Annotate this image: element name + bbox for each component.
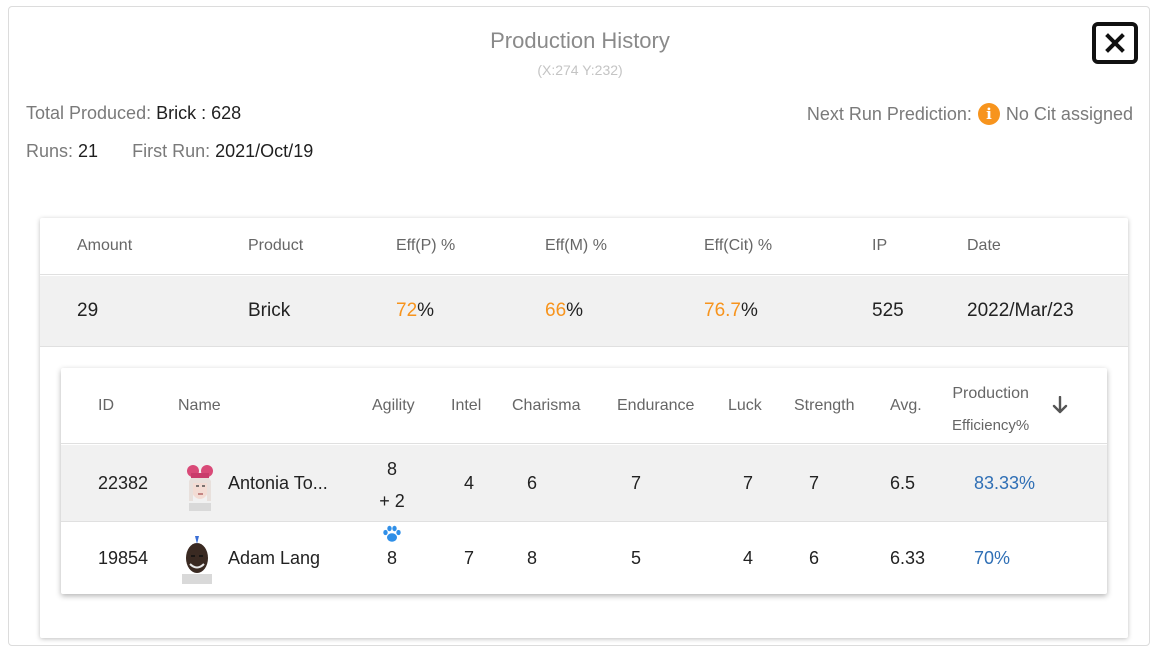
citizen-strength: 7: [809, 473, 820, 493]
run-date: 2022/Mar/23: [967, 300, 1074, 321]
runs-summary: Runs: 21 First Run: 2021/Oct/19: [26, 141, 313, 162]
citizen-luck: 7: [743, 473, 754, 493]
run-eff-cit: 76.7%: [704, 300, 758, 321]
first-run-label: First Run:: [132, 141, 211, 161]
table-row[interactable]: 22382 Antonia To... 8 + 2 4 6 7 7 7 6.5 …: [61, 445, 1107, 542]
eff-p-value: 72: [396, 300, 418, 321]
run-eff-p: 72%: [396, 300, 435, 321]
total-produced-label: Total Produced:: [26, 103, 152, 123]
close-button[interactable]: [1092, 22, 1138, 64]
col-strength[interactable]: Strength: [794, 397, 854, 415]
dialog-title: Production History: [490, 28, 670, 53]
run-product: Brick: [248, 300, 291, 321]
run-table-header: Amount Product Eff(P) % Eff(M) % Eff(Cit…: [40, 218, 1128, 275]
citizen-intel: 7: [464, 548, 475, 568]
production-history-dialog: Production History (X:274 Y:232) Total P…: [8, 6, 1150, 646]
runs-label: Runs:: [26, 141, 74, 161]
total-produced: Total Produced: Brick : 628: [26, 103, 241, 124]
info-icon[interactable]: i: [977, 103, 1000, 125]
run-amount: 29: [77, 300, 99, 321]
run-ip: 525: [872, 300, 904, 321]
col-charisma[interactable]: Charisma: [512, 397, 580, 415]
citizen-name: Antonia To...: [228, 473, 328, 493]
header-eff-cit: Eff(Cit) %: [704, 237, 773, 254]
col-avg[interactable]: Avg.: [890, 397, 922, 415]
citizen-charisma: 6: [527, 473, 538, 493]
runs-value: 21: [78, 141, 99, 161]
citizen-efficiency: 70%: [974, 548, 1011, 568]
citizen-avatar-icon: [187, 465, 213, 511]
first-run-value: 2021/Oct/19: [215, 141, 314, 161]
citizen-avatar-icon: [182, 536, 212, 584]
citizen-id: 19854: [98, 548, 149, 568]
citizen-table-header: ID Name Agility Intel Charisma Endurance…: [61, 368, 1107, 444]
header-date: Date: [967, 237, 1001, 254]
citizen-intel: 4: [464, 473, 475, 493]
table-row[interactable]: 19854 Adam Lang 8 7 8 5 4 6 6.33 70%: [61, 523, 1107, 594]
col-endurance[interactable]: Endurance: [617, 397, 694, 415]
arrow-down-icon[interactable]: [1052, 396, 1068, 414]
header-amount: Amount: [77, 237, 133, 254]
citizen-charisma: 8: [527, 548, 538, 568]
citizen-avg: 6.33: [890, 548, 926, 568]
citizen-luck: 4: [743, 548, 754, 568]
col-id[interactable]: ID: [98, 397, 114, 415]
building-coordinates: (X:274 Y:232): [537, 62, 623, 78]
run-eff-m: 66%: [545, 300, 584, 321]
citizen-name: Adam Lang: [228, 548, 321, 568]
total-produced-value: Brick : 628: [156, 103, 242, 123]
header-ip: IP: [872, 237, 888, 254]
production-run-card: Amount Product Eff(P) % Eff(M) % Eff(Cit…: [40, 218, 1128, 638]
col-intel[interactable]: Intel: [451, 397, 481, 415]
citizen-avg: 6.5: [890, 473, 916, 493]
col-name[interactable]: Name: [178, 397, 221, 415]
citizen-efficiency: 83.33%: [974, 473, 1036, 493]
header-eff-p: Eff(P) %: [396, 237, 456, 254]
citizen-endurance: 5: [631, 548, 642, 568]
eff-cit-value: 76.7: [704, 300, 741, 321]
col-production-efficiency[interactable]: Production Efficiency%: [952, 378, 1029, 442]
col-luck[interactable]: Luck: [728, 397, 762, 415]
header-product: Product: [248, 237, 304, 254]
citizen-agility: 8: [387, 548, 398, 568]
prediction-value: No Cit assigned: [1005, 103, 1133, 124]
next-run-prediction: Next Run Prediction: i No Cit assigned: [807, 103, 1133, 125]
production-run-row[interactable]: 29 Brick 72% 66% 76.7% 525 2022/Mar/23: [40, 276, 1128, 347]
header-eff-m: Eff(M) %: [545, 237, 607, 254]
col-agility[interactable]: Agility: [372, 397, 415, 415]
citizen-strength: 6: [809, 548, 820, 568]
citizen-id: 22382: [98, 473, 149, 493]
citizen-table: ID Name Agility Intel Charisma Endurance…: [61, 368, 1107, 594]
eff-m-value: 66: [545, 300, 567, 321]
prediction-label: Next Run Prediction:: [806, 103, 972, 124]
close-icon: [1105, 33, 1125, 53]
citizen-endurance: 7: [631, 473, 642, 493]
